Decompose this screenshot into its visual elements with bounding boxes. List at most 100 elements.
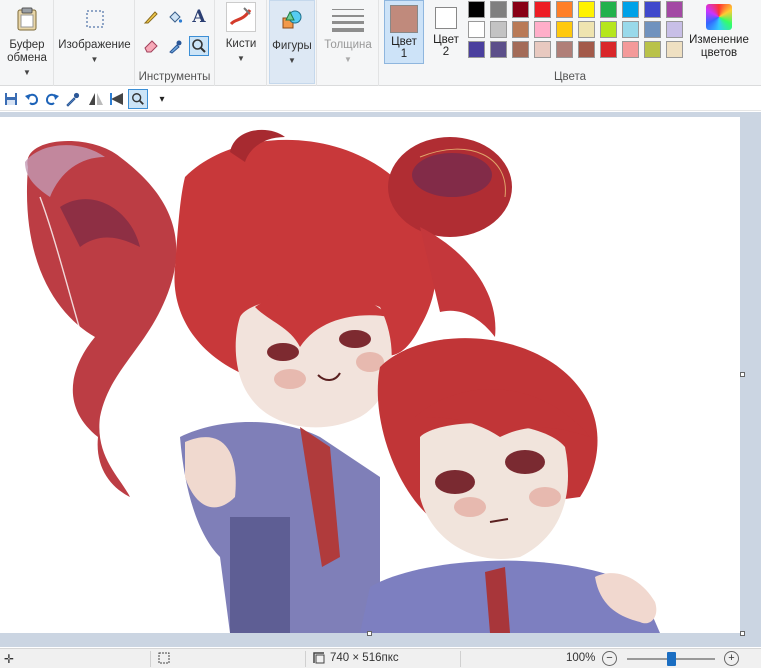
palette-color-13[interactable] [534, 21, 551, 38]
image-group: Изображение ▼ [54, 0, 135, 86]
color2-button[interactable]: Цвет 2 [428, 0, 464, 64]
palette-color-3[interactable] [534, 1, 551, 18]
shapes-button[interactable]: Фигуры ▼ [269, 0, 315, 84]
color-palette [468, 1, 685, 58]
eyedropper-icon[interactable] [63, 89, 83, 109]
image-button[interactable]: Изображение ▼ [54, 0, 135, 66]
thickness-group: Толщина ▼ [317, 0, 379, 86]
artwork-image [25, 129, 660, 633]
thickness-button[interactable]: Толщина ▼ [317, 0, 379, 66]
palette-color-5[interactable] [578, 1, 595, 18]
palette-color-10[interactable] [468, 21, 485, 38]
palette-color-20[interactable] [468, 41, 485, 58]
palette-color-15[interactable] [578, 21, 595, 38]
tools-group-label: Инструменты [138, 71, 211, 83]
status-bar: ✛ 740 × 516пкс 100% − + [0, 648, 761, 668]
color1-number: 1 [400, 48, 408, 60]
clipboard-label-1: Буфер [9, 39, 45, 51]
edit-colors-button[interactable]: Изменение цветов [688, 0, 750, 60]
chevron-down-icon: ▼ [237, 54, 245, 63]
redo-icon[interactable] [42, 89, 62, 109]
palette-color-16[interactable] [600, 21, 617, 38]
palette-color-7[interactable] [622, 1, 639, 18]
image-size-icon [312, 651, 326, 668]
edit-colors-label-2: цветов [700, 47, 738, 59]
resize-handle-bottom[interactable] [367, 631, 372, 636]
color2-swatch [435, 7, 457, 29]
clipboard-group: Буфер обмена ▼ [0, 0, 54, 86]
palette-color-27[interactable] [622, 41, 639, 58]
brushes-button[interactable]: Кисти ▼ [215, 0, 267, 65]
color-picker-icon[interactable] [165, 36, 185, 56]
palette-color-29[interactable] [666, 41, 683, 58]
chevron-down-icon: ▼ [90, 55, 99, 64]
shapes-icon [277, 5, 307, 35]
palette-color-24[interactable] [556, 41, 573, 58]
magnifier-icon[interactable] [189, 36, 209, 56]
selection-size-icon [157, 651, 171, 668]
palette-color-11[interactable] [490, 21, 507, 38]
brushes-group: Кисти ▼ [215, 0, 267, 86]
palette-color-26[interactable] [600, 41, 617, 58]
cursor-position-icon: ✛ [4, 652, 15, 666]
palette-color-12[interactable] [512, 21, 529, 38]
resize-handle-right[interactable] [740, 372, 745, 377]
palette-color-17[interactable] [622, 21, 639, 38]
palette-color-1[interactable] [490, 1, 507, 18]
edit-colors-label-1: Изменение [689, 34, 749, 46]
image-dimensions: 740 × 516пкс [330, 652, 399, 664]
color1-button[interactable]: Цвет 1 [384, 0, 424, 64]
palette-color-18[interactable] [644, 21, 661, 38]
save-icon[interactable] [1, 89, 21, 109]
color2-number: 2 [442, 46, 450, 58]
workspace [0, 112, 761, 647]
palette-color-19[interactable] [666, 21, 683, 38]
color1-label: Цвет [391, 36, 417, 48]
zoom-slider-thumb[interactable] [667, 652, 676, 666]
color-wheel-icon [706, 4, 732, 30]
undo-icon[interactable] [22, 89, 42, 109]
palette-color-2[interactable] [512, 1, 529, 18]
eraser-icon[interactable] [141, 36, 161, 56]
customize-toolbar-icon[interactable]: ▾ [152, 89, 172, 109]
drawing-canvas[interactable] [0, 117, 740, 633]
colors-group-label: Цвета [553, 71, 587, 83]
ribbon: Буфер обмена ▼ Изображение ▼ A Инструмен… [0, 0, 761, 86]
palette-color-8[interactable] [644, 1, 661, 18]
palette-color-4[interactable] [556, 1, 573, 18]
image-label: Изображение [58, 39, 131, 51]
palette-color-14[interactable] [556, 21, 573, 38]
palette-color-9[interactable] [666, 1, 683, 18]
tools-group: A Инструменты [135, 0, 215, 86]
palette-color-21[interactable] [490, 41, 507, 58]
zoom-in-button[interactable]: + [724, 651, 739, 666]
chevron-down-icon: ▼ [23, 68, 31, 77]
shapes-group: Фигуры ▼ [267, 0, 317, 86]
zoom-level: 100% [566, 652, 596, 664]
clipboard-label-2: обмена [7, 52, 47, 64]
resize-handle-corner[interactable] [740, 631, 745, 636]
quick-access-toolbar: ▾ [0, 87, 761, 111]
fill-bucket-icon[interactable] [165, 7, 185, 27]
brush-icon [226, 2, 256, 32]
shapes-label: Фигуры [272, 40, 312, 52]
palette-color-28[interactable] [644, 41, 661, 58]
brushes-label: Кисти [225, 38, 257, 50]
color2-label: Цвет [433, 34, 459, 46]
palette-color-6[interactable] [600, 1, 617, 18]
chevron-down-icon: ▼ [288, 56, 296, 65]
clipboard-icon [12, 4, 42, 34]
palette-color-0[interactable] [468, 1, 485, 18]
palette-color-23[interactable] [534, 41, 551, 58]
pencil-icon[interactable] [141, 7, 161, 27]
flip-horizontal-icon[interactable] [86, 89, 106, 109]
rotate-icon[interactable] [107, 89, 127, 109]
color1-swatch [390, 5, 418, 33]
zoom-tool-icon[interactable] [128, 89, 148, 109]
palette-color-25[interactable] [578, 41, 595, 58]
zoom-out-button[interactable]: − [602, 651, 617, 666]
clipboard-button[interactable]: Буфер обмена ▼ [0, 0, 54, 79]
thickness-label: Толщина [324, 39, 372, 51]
palette-color-22[interactable] [512, 41, 529, 58]
text-icon[interactable]: A [189, 7, 209, 27]
